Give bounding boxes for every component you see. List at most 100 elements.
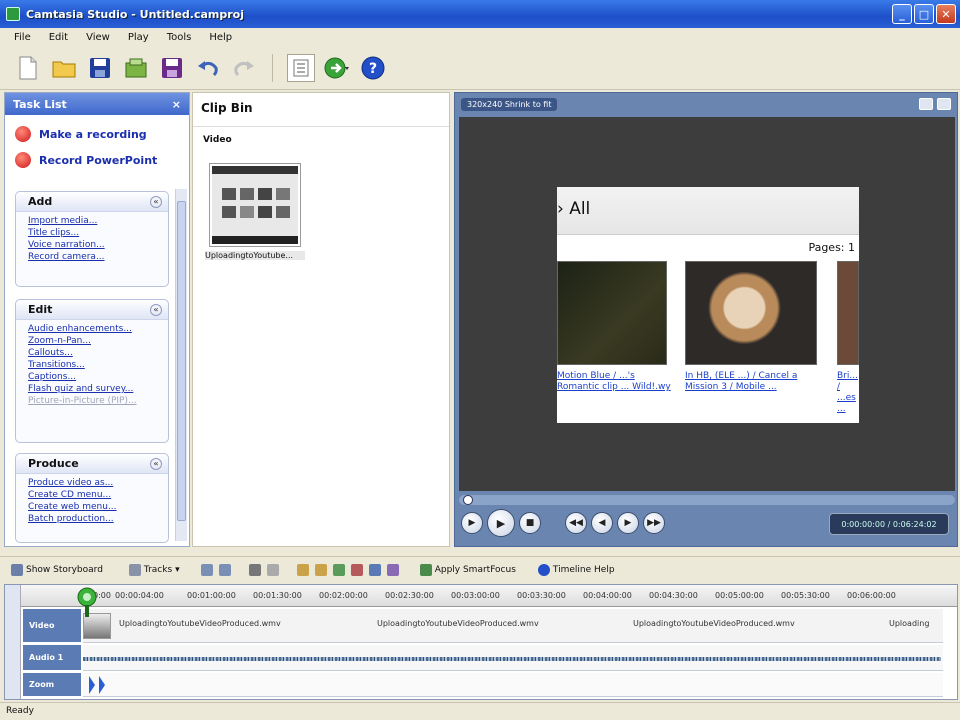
import-media-link[interactable]: Import media... bbox=[16, 215, 168, 227]
audio-track-label[interactable]: Audio 1 bbox=[23, 645, 81, 671]
playhead-marker[interactable] bbox=[75, 587, 99, 617]
create-cd-menu-link[interactable]: Create CD menu... bbox=[16, 489, 168, 501]
timeline-toolbar: Show Storyboard Tracks ▾ Apply SmartFocu… bbox=[0, 556, 960, 582]
ruler-tick: 00:00:04:00 bbox=[115, 591, 164, 600]
open-folder-icon[interactable] bbox=[50, 54, 78, 82]
video-clip-thumbnail[interactable] bbox=[209, 163, 301, 247]
make-recording-label: Make a recording bbox=[39, 127, 147, 141]
video-track[interactable]: UploadingtoYoutubeVideoProduced.wmv Uplo… bbox=[83, 609, 943, 643]
ruler-tick: 00:05:30:00 bbox=[781, 591, 830, 600]
zoom-in-icon[interactable] bbox=[200, 563, 213, 576]
video-link-1[interactable]: Motion Blue / ...'s Romantic clip ... Wi… bbox=[557, 371, 673, 393]
zoom-keyframe-icon[interactable] bbox=[85, 674, 115, 696]
detach-preview-icon[interactable] bbox=[919, 98, 933, 110]
new-project-icon[interactable] bbox=[14, 54, 42, 82]
collapse-add-icon[interactable]: « bbox=[150, 195, 162, 208]
copy-icon[interactable] bbox=[266, 563, 279, 576]
collapse-produce-icon[interactable]: « bbox=[150, 457, 162, 470]
scrollbar-thumb[interactable] bbox=[177, 201, 186, 521]
apply-smartfocus-button[interactable]: Apply SmartFocus bbox=[417, 563, 519, 576]
rewind-button[interactable]: ◀◀ bbox=[565, 512, 587, 534]
produce-group-header[interactable]: Produce « bbox=[16, 454, 168, 474]
zoom-track-label[interactable]: Zoom bbox=[23, 673, 81, 697]
tracks-dropdown[interactable]: Tracks ▾ bbox=[126, 563, 183, 576]
produce-share-icon[interactable] bbox=[323, 54, 351, 82]
menu-edit[interactable]: Edit bbox=[49, 32, 68, 43]
title-clips-link[interactable]: Title clips... bbox=[16, 227, 168, 239]
flash-quiz-link[interactable]: Flash quiz and survey... bbox=[16, 383, 168, 395]
fullscreen-preview-icon[interactable] bbox=[937, 98, 951, 110]
task-list-toggle-icon[interactable] bbox=[287, 53, 315, 82]
maximize-button[interactable]: □ bbox=[914, 4, 934, 24]
next-clip-button[interactable]: ▶ bbox=[617, 512, 639, 534]
svg-text:?: ? bbox=[369, 61, 377, 77]
batch-production-link[interactable]: Batch production... bbox=[16, 513, 168, 525]
produce-video-link[interactable]: Produce video as... bbox=[16, 477, 168, 489]
show-storyboard-button[interactable]: Show Storyboard bbox=[8, 563, 106, 576]
clip-bin-video-section: Video bbox=[203, 135, 232, 145]
transitions-link[interactable]: Transitions... bbox=[16, 359, 168, 371]
task-list-scrollbar[interactable] bbox=[175, 189, 187, 541]
timeline-help-label: Timeline Help bbox=[552, 564, 615, 575]
frame-pages-label: Pages: 1 bbox=[808, 241, 855, 254]
fast-forward-button[interactable]: ▶▶ bbox=[643, 512, 665, 534]
timeline-ruler[interactable]: 0:00 00:00:04:00 00:01:00:00 00:01:30:00… bbox=[21, 585, 957, 607]
ruler-tick: 00:01:30:00 bbox=[253, 591, 302, 600]
undo-icon[interactable] bbox=[194, 54, 222, 82]
timeline-help-icon bbox=[537, 563, 550, 576]
menu-help[interactable]: Help bbox=[209, 32, 232, 43]
preview-scrubber[interactable] bbox=[459, 495, 955, 505]
callouts-link[interactable]: Callouts... bbox=[16, 347, 168, 359]
save-as-icon[interactable] bbox=[158, 54, 186, 82]
ruler-tick: 00:04:00:00 bbox=[583, 591, 632, 600]
help-icon[interactable]: ? bbox=[359, 54, 387, 82]
video-link-3[interactable]: Bri... / ...es ... bbox=[837, 371, 859, 415]
import-media-icon[interactable] bbox=[122, 54, 150, 82]
zoom-out-icon[interactable] bbox=[218, 563, 231, 576]
captions-link[interactable]: Captions... bbox=[16, 371, 168, 383]
edit-group-header[interactable]: Edit « bbox=[16, 300, 168, 320]
callout-icon[interactable] bbox=[332, 563, 345, 576]
scrubber-knob[interactable] bbox=[463, 495, 473, 505]
minimize-button[interactable]: _ bbox=[892, 4, 912, 24]
zoom-n-pan-link[interactable]: Zoom-n-Pan... bbox=[16, 335, 168, 347]
add-group-header[interactable]: Add « bbox=[16, 192, 168, 212]
task-list-close-icon[interactable]: × bbox=[172, 98, 181, 111]
stop-button[interactable]: ■ bbox=[519, 512, 541, 534]
preview-panel: 320x240 Shrink to fit › All Pages: 1 Mot… bbox=[454, 92, 958, 547]
timeline-clip-name: UploadingtoYoutubeVideoProduced.wmv bbox=[119, 619, 281, 628]
close-button[interactable]: ✕ bbox=[936, 4, 956, 24]
edit-task-group: Edit « Audio enhancements... Zoom-n-Pan.… bbox=[15, 299, 169, 443]
video-link-2[interactable]: In HB, (ELE ...) / Cancel a Mission 3 / … bbox=[685, 371, 819, 393]
menu-file[interactable]: File bbox=[14, 32, 31, 43]
menu-tools[interactable]: Tools bbox=[167, 32, 192, 43]
previous-clip-button[interactable]: ◀ bbox=[591, 512, 613, 534]
split-icon[interactable] bbox=[296, 563, 309, 576]
record-powerpoint-link[interactable]: Record PowerPoint bbox=[5, 147, 189, 173]
make-recording-link[interactable]: Make a recording bbox=[5, 121, 189, 147]
playback-controls: ▶ ▶ ■ ◀◀ ◀ ▶ ▶▶ bbox=[461, 509, 665, 537]
cut-icon[interactable] bbox=[248, 563, 261, 576]
marker-icon[interactable] bbox=[386, 563, 399, 576]
collapse-edit-icon[interactable]: « bbox=[150, 303, 162, 316]
create-web-menu-link[interactable]: Create web menu... bbox=[16, 501, 168, 513]
transition-icon[interactable] bbox=[350, 563, 363, 576]
voice-narration-link[interactable]: Voice narration... bbox=[16, 239, 168, 251]
audio-icon[interactable] bbox=[368, 563, 381, 576]
play-button[interactable]: ▶ bbox=[461, 512, 483, 534]
menu-play[interactable]: Play bbox=[128, 32, 149, 43]
save-disk-icon[interactable] bbox=[86, 54, 114, 82]
audio-track[interactable] bbox=[83, 645, 943, 671]
video-track-label[interactable]: Video bbox=[23, 609, 81, 643]
menu-view[interactable]: View bbox=[86, 32, 110, 43]
redo-icon[interactable] bbox=[230, 54, 258, 82]
record-camera-link[interactable]: Record camera... bbox=[16, 251, 168, 263]
preview-resolution-dropdown[interactable]: 320x240 Shrink to fit bbox=[461, 97, 558, 111]
zoom-track[interactable] bbox=[83, 673, 943, 697]
video-frame: › All Pages: 1 Motion Blue / ...'s Roman… bbox=[557, 187, 859, 423]
play-large-button[interactable]: ▶ bbox=[487, 509, 515, 537]
extend-frame-icon[interactable] bbox=[314, 563, 327, 576]
timeline-help-button[interactable]: Timeline Help bbox=[535, 563, 618, 576]
chevron-down-icon: ▾ bbox=[175, 564, 180, 575]
audio-enhancements-link[interactable]: Audio enhancements... bbox=[16, 323, 168, 335]
